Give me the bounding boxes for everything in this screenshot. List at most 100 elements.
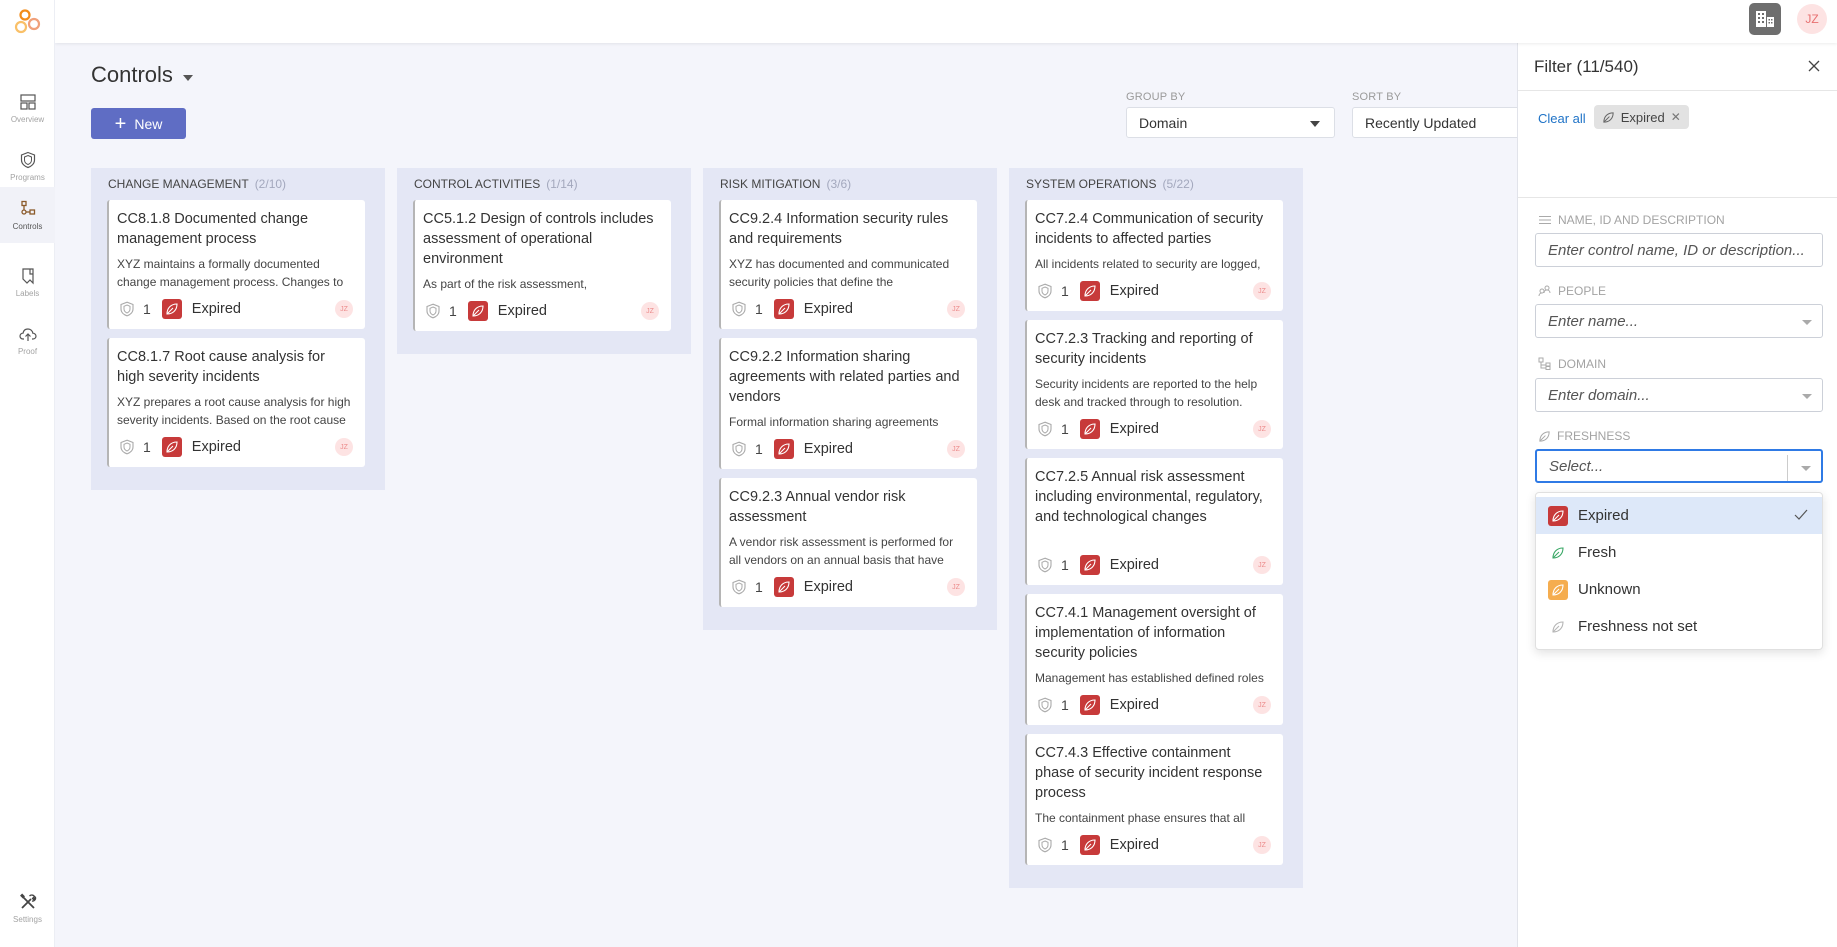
freshness-label: Expired	[1109, 557, 1159, 573]
control-card[interactable]: CC5.1.2 Design of controls includes asse…	[413, 200, 671, 331]
nav-item-controls[interactable]: Controls	[0, 187, 55, 243]
control-card[interactable]: CC7.4.3 Effective containment phase of s…	[1025, 734, 1283, 865]
freshness-option-not-set[interactable]: Freshness not set	[1536, 608, 1822, 645]
option-label: Expired	[1578, 507, 1629, 524]
owner-avatar[interactable]: JZ	[335, 438, 353, 456]
control-card[interactable]: CC9.2.3 Annual vendor risk assessment A …	[719, 478, 977, 607]
nav-label: Programs	[10, 172, 45, 182]
chip-label: Expired	[1620, 109, 1665, 125]
label-text: NAME, ID AND DESCRIPTION	[1558, 213, 1725, 227]
control-description: XYZ has documented and communicated secu…	[729, 257, 950, 289]
freshness-label: Expired	[191, 301, 241, 317]
group-by-select[interactable]: Domain	[1126, 107, 1335, 138]
freshness-expired-icon	[1079, 555, 1100, 575]
remove-chip-icon[interactable]: ✕	[1671, 110, 1681, 124]
name-filter-input[interactable]: Enter control name, ID or description...	[1535, 233, 1823, 267]
control-card[interactable]: CC7.4.1 Management oversight of implemen…	[1025, 594, 1283, 725]
card-footer: 1 Expired JZ	[729, 575, 967, 599]
nav-item-settings[interactable]: Settings	[0, 880, 55, 936]
freshness-label: Expired	[191, 439, 241, 455]
nav-item-labels[interactable]: Labels	[0, 254, 55, 310]
control-description: All incidents related to security are lo…	[1035, 257, 1261, 271]
control-title: CC7.2.4 Communication of security incide…	[1035, 211, 1264, 247]
freshness-option-unknown[interactable]: Unknown	[1536, 571, 1822, 608]
freshness-expired-icon	[467, 301, 488, 321]
control-card[interactable]: CC7.2.5 Annual risk assessment including…	[1025, 458, 1283, 585]
text-lines-icon	[1539, 216, 1551, 224]
left-nav: Overview Programs Controls Labels Proof …	[0, 0, 55, 947]
control-card[interactable]: CC8.1.8 Documented change management pro…	[107, 200, 365, 329]
option-label: Freshness not set	[1578, 618, 1698, 635]
owner-avatar[interactable]: JZ	[1253, 556, 1271, 574]
clear-all-link[interactable]: Clear all	[1538, 111, 1586, 126]
control-card[interactable]: CC7.2.3 Tracking and reporting of securi…	[1025, 320, 1283, 449]
nav-item-proof[interactable]: Proof	[0, 312, 55, 368]
new-button-label: New	[134, 115, 163, 132]
program-count: 1	[1061, 697, 1069, 713]
shield-icon	[120, 301, 134, 317]
owner-avatar[interactable]: JZ	[947, 300, 965, 318]
freshness-label: Expired	[803, 301, 853, 317]
leaf-icon	[1539, 430, 1550, 442]
column-count: (1/14)	[546, 177, 578, 191]
control-title: CC9.2.4 Information security rules and r…	[729, 211, 949, 247]
card-footer: 1 Expired JZ	[1035, 417, 1273, 441]
card-footer: 1 Expired JZ	[1035, 833, 1273, 857]
active-filters: Clear all Expired ✕	[1518, 91, 1837, 198]
program-count: 1	[449, 303, 457, 319]
freshness-expired-icon	[1548, 505, 1568, 526]
organization-button[interactable]	[1749, 3, 1781, 35]
card-footer: 1 Expired JZ	[1035, 279, 1273, 303]
label-text: DOMAIN	[1558, 357, 1606, 371]
owner-avatar[interactable]: JZ	[1253, 696, 1271, 714]
owner-avatar[interactable]: JZ	[641, 302, 659, 320]
nav-label: Overview	[10, 114, 45, 124]
owner-avatar[interactable]: JZ	[947, 578, 965, 596]
freshness-not-set-icon	[1548, 617, 1568, 637]
freshness-option-expired[interactable]: Expired	[1536, 497, 1822, 534]
column-count: (2/10)	[254, 177, 287, 191]
overview-icon	[19, 93, 36, 110]
control-description	[1035, 533, 1273, 547]
shield-icon	[732, 301, 746, 317]
control-title: CC8.1.8 Documented change management pro…	[117, 211, 309, 247]
owner-avatar[interactable]: JZ	[1253, 420, 1271, 438]
freshness-option-fresh[interactable]: Fresh	[1536, 534, 1822, 571]
page-title-text: Controls	[91, 62, 173, 87]
filter-chip-expired: Expired ✕	[1593, 105, 1689, 129]
chevron-down-icon	[182, 75, 193, 81]
label-text: FRESHNESS	[1557, 429, 1631, 443]
new-control-button[interactable]: + New	[91, 108, 186, 139]
group-by-value: Domain	[1139, 114, 1188, 131]
program-count: 1	[1061, 557, 1069, 573]
nav-item-overview[interactable]: Overview	[0, 80, 55, 136]
column-header: CHANGE MANAGEMENT (2/10)	[107, 168, 369, 200]
dropdown-arrow-icon	[1802, 320, 1812, 325]
control-card[interactable]: CC9.2.4 Information security rules and r…	[719, 200, 977, 329]
user-avatar[interactable]: JZ	[1797, 4, 1827, 34]
owner-avatar[interactable]: JZ	[1253, 282, 1271, 300]
nav-item-programs[interactable]: Programs	[0, 138, 55, 194]
domain-filter-select[interactable]: Enter domain...	[1535, 378, 1823, 412]
people-filter-select[interactable]: Enter name...	[1535, 304, 1823, 338]
freshness-filter-select[interactable]: Select...	[1535, 449, 1823, 483]
app-logo[interactable]	[12, 8, 42, 36]
shield-icon	[1038, 557, 1052, 573]
freshness-label: Expired	[1109, 283, 1159, 299]
close-icon[interactable]	[1807, 59, 1821, 73]
program-count: 1	[143, 301, 151, 317]
control-card[interactable]: CC9.2.2 Information sharing agreements w…	[719, 338, 977, 469]
shield-icon	[120, 439, 134, 455]
owner-avatar[interactable]: JZ	[947, 440, 965, 458]
owner-avatar[interactable]: JZ	[335, 300, 353, 318]
board-column: CONTROL ACTIVITIES (1/14) CC5.1.2 Design …	[397, 168, 691, 354]
page-title[interactable]: Controls	[91, 62, 193, 88]
people-filter-label: PEOPLE	[1538, 284, 1606, 298]
column-header: RISK MITIGATION (3/6)	[719, 168, 981, 200]
domain-tree-icon	[1538, 357, 1551, 370]
control-card[interactable]: CC8.1.7 Root cause analysis for high sev…	[107, 338, 365, 467]
control-card[interactable]: CC7.2.4 Communication of security incide…	[1025, 200, 1283, 311]
control-title: CC5.1.2 Design of controls includes asse…	[423, 211, 654, 267]
freshness-expired-icon	[1079, 281, 1100, 301]
owner-avatar[interactable]: JZ	[1253, 836, 1271, 854]
